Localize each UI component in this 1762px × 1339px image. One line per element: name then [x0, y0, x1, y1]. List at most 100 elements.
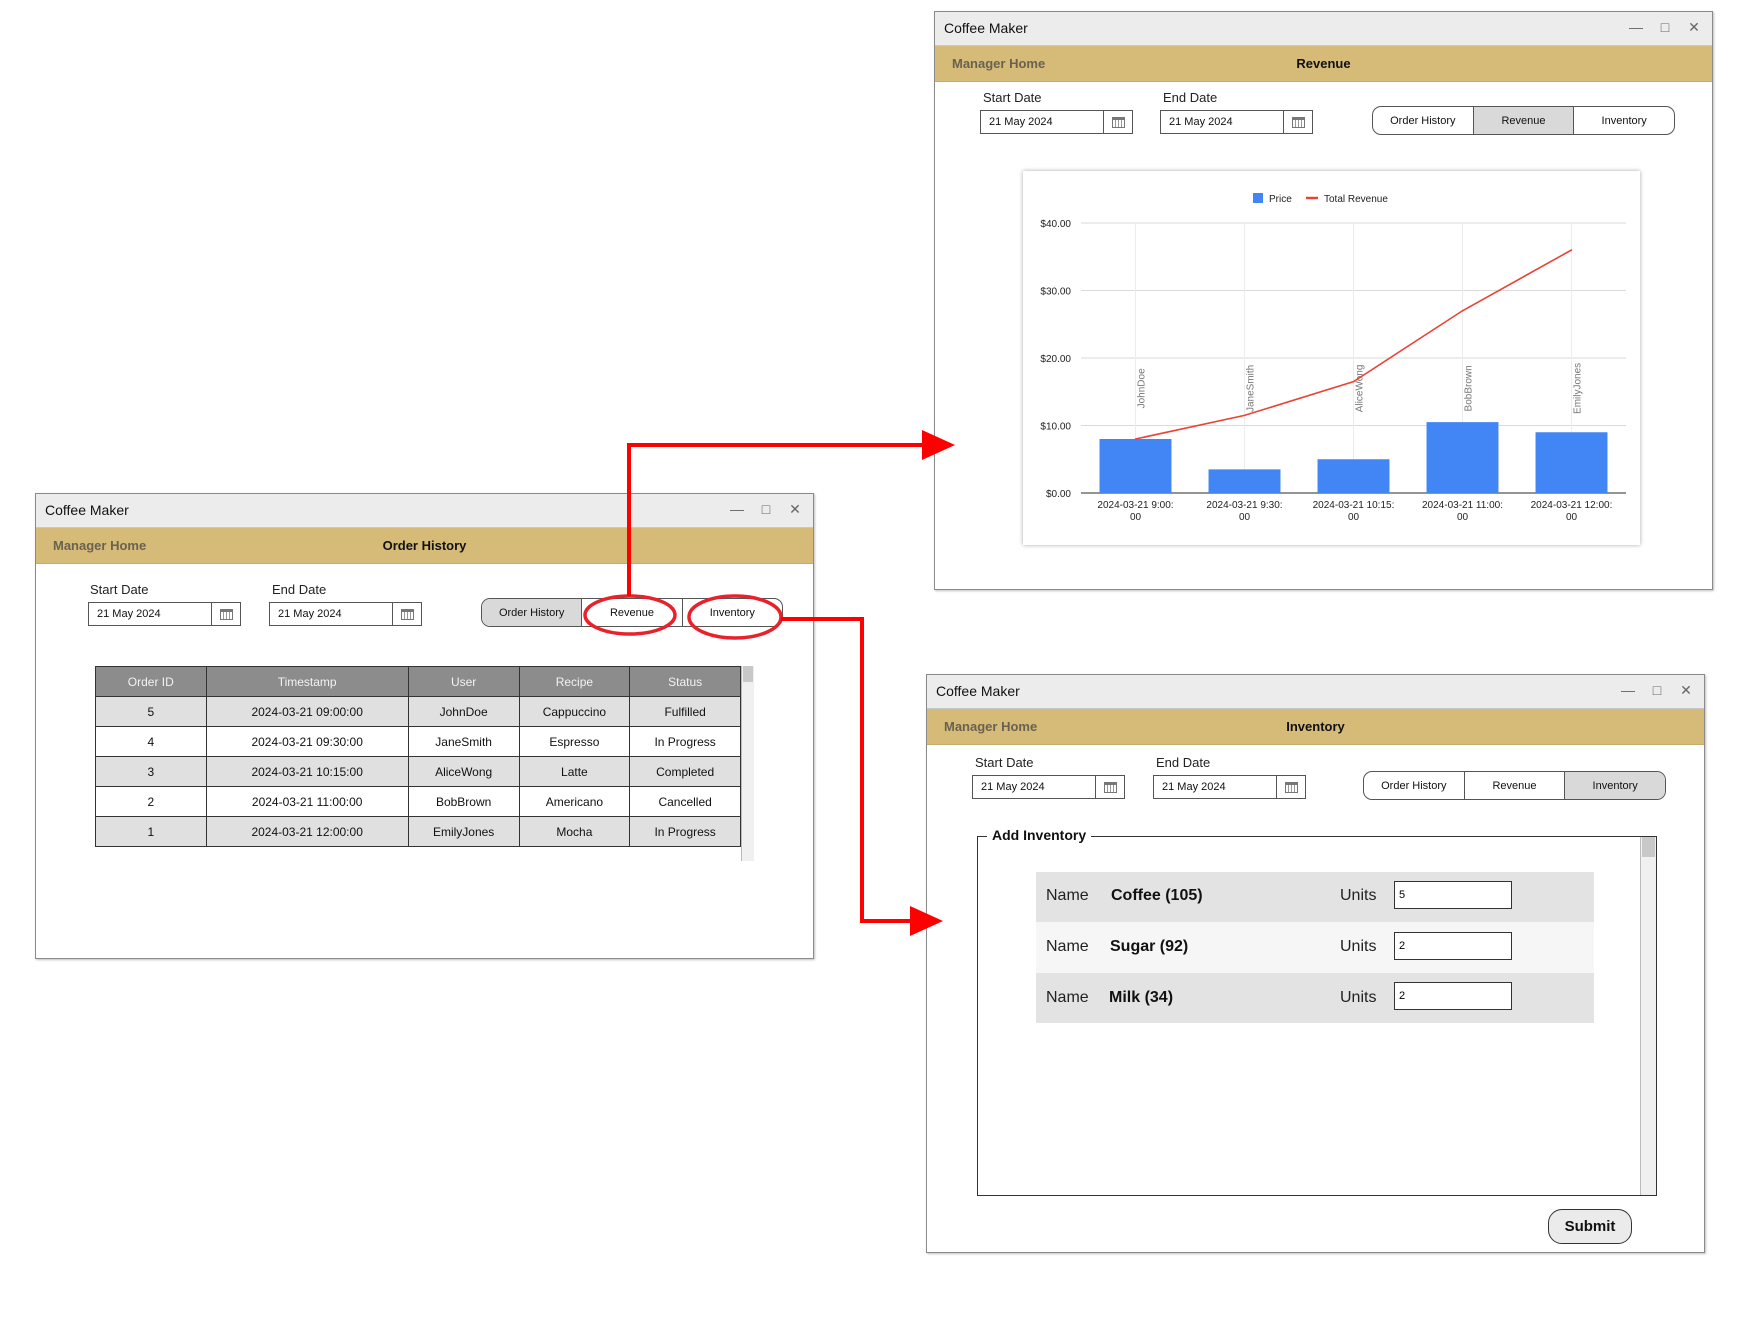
maximize-icon[interactable]: □ — [756, 499, 776, 519]
table-cell: In Progress — [629, 726, 741, 757]
start-date-value[interactable]: 21 May 2024 — [981, 111, 1103, 133]
units-input[interactable] — [1394, 932, 1512, 960]
order-history-table: Order ID Timestamp User Recipe Status 5 … — [95, 666, 741, 847]
units-label: Units — [1340, 989, 1377, 1006]
x-tick-label: 2024-03-21 11:00: 00 — [1422, 500, 1503, 523]
nav-bar: Manager Home Revenue — [935, 46, 1712, 82]
calendar-icon[interactable] — [1276, 776, 1305, 798]
end-date-label: End Date — [1156, 755, 1211, 770]
table-cell: 5 — [95, 696, 207, 727]
table-cell: 2024-03-21 12:00:00 — [205, 816, 409, 847]
title-bar: Coffee Maker — □ ✕ — [36, 494, 813, 528]
units-input[interactable] — [1394, 982, 1512, 1010]
start-date-value[interactable]: 21 May 2024 — [89, 603, 211, 625]
table-cell: Cancelled — [629, 786, 741, 817]
tab-revenue[interactable]: Revenue — [1463, 772, 1565, 799]
end-date-value[interactable]: 21 May 2024 — [1154, 776, 1276, 798]
item-name: Milk (34) — [1109, 989, 1174, 1006]
tab-order-history[interactable]: Order History — [1373, 107, 1473, 134]
bar-label: BobBrown — [1464, 365, 1475, 411]
scrollbar-thumb[interactable] — [743, 666, 753, 682]
x-tick-label: 2024-03-21 12:00: 00 — [1531, 500, 1613, 523]
scrollbar-thumb[interactable] — [1642, 837, 1655, 857]
table-cell: Completed — [629, 756, 741, 787]
end-date-field[interactable]: 21 May 2024 — [1153, 775, 1306, 799]
tab-order-history[interactable]: Order History — [482, 599, 582, 626]
legend-price-swatch — [1253, 193, 1263, 203]
table-row[interactable]: 3 2024-03-21 10:15:00 AliceWong Latte Co… — [95, 756, 741, 787]
table-row[interactable]: 4 2024-03-21 09:30:00 JaneSmith Espresso… — [95, 726, 741, 757]
y-tick-label: $0.00 — [1046, 489, 1071, 500]
table-cell: Cappuccino — [518, 696, 631, 727]
window-controls: — □ ✕ — [1626, 17, 1704, 37]
table-cell: Fulfilled — [629, 696, 741, 727]
start-date-field[interactable]: 21 May 2024 — [980, 110, 1133, 134]
table-row[interactable]: 5 2024-03-21 09:00:00 JohnDoe Cappuccino… — [95, 696, 741, 727]
close-icon[interactable]: ✕ — [1684, 17, 1704, 37]
table-scrollbar[interactable] — [741, 666, 754, 861]
end-date-value[interactable]: 21 May 2024 — [270, 603, 392, 625]
calendar-icon[interactable] — [1095, 776, 1124, 798]
tab-inventory[interactable]: Inventory — [1564, 772, 1665, 799]
units-input[interactable] — [1394, 881, 1512, 909]
units-label: Units — [1340, 938, 1377, 955]
end-date-field[interactable]: 21 May 2024 — [1160, 110, 1313, 134]
table-cell: 4 — [95, 726, 207, 757]
table-cell: JaneSmith — [407, 726, 520, 757]
end-date-label: End Date — [272, 582, 327, 597]
minimize-icon[interactable]: — — [1618, 680, 1638, 700]
start-date-field[interactable]: 21 May 2024 — [88, 602, 241, 626]
start-date-field[interactable]: 21 May 2024 — [972, 775, 1125, 799]
start-date-label: Start Date — [975, 755, 1034, 770]
tab-inventory[interactable]: Inventory — [681, 599, 782, 626]
y-tick-label: $30.00 — [1040, 287, 1071, 298]
table-cell: 2024-03-21 09:00:00 — [205, 696, 409, 727]
minimize-icon[interactable]: — — [727, 499, 747, 519]
table-cell: Latte — [518, 756, 631, 787]
column-header[interactable]: Status — [629, 666, 741, 697]
tab-revenue[interactable]: Revenue — [581, 599, 681, 626]
calendar-icon[interactable] — [1103, 111, 1132, 133]
start-date-label: Start Date — [983, 90, 1042, 105]
end-date-field[interactable]: 21 May 2024 — [269, 602, 422, 626]
end-date-value[interactable]: 21 May 2024 — [1161, 111, 1283, 133]
table-cell: 2 — [95, 786, 207, 817]
price-bar — [1099, 439, 1172, 493]
bar-label: JohnDoe — [1137, 368, 1148, 408]
units-label: Units — [1340, 887, 1377, 904]
tab-inventory[interactable]: Inventory — [1573, 107, 1674, 134]
y-tick-label: $10.00 — [1040, 422, 1071, 433]
column-header[interactable]: Order ID — [95, 666, 207, 697]
panel-scrollbar[interactable] — [1640, 837, 1656, 1195]
column-header[interactable]: User — [407, 666, 520, 697]
tab-order-history[interactable]: Order History — [1364, 772, 1464, 799]
start-date-value[interactable]: 21 May 2024 — [973, 776, 1095, 798]
maximize-icon[interactable]: □ — [1647, 680, 1667, 700]
close-icon[interactable]: ✕ — [1676, 680, 1696, 700]
column-header[interactable]: Timestamp — [205, 666, 409, 697]
maximize-icon[interactable]: □ — [1655, 17, 1675, 37]
calendar-icon[interactable] — [211, 603, 240, 625]
window-controls: — □ ✕ — [1618, 680, 1696, 700]
column-header[interactable]: Recipe — [518, 666, 631, 697]
tab-revenue[interactable]: Revenue — [1472, 107, 1574, 134]
nav-bar: Manager Home Order History — [36, 528, 813, 564]
submit-button[interactable]: Submit — [1548, 1209, 1632, 1244]
table-row[interactable]: 2 2024-03-21 11:00:00 BobBrown Americano… — [95, 786, 741, 817]
app-title: Coffee Maker — [944, 20, 1028, 36]
calendar-icon[interactable] — [1283, 111, 1312, 133]
table-cell: Mocha — [518, 816, 631, 847]
item-name: Sugar (92) — [1110, 938, 1189, 955]
name-label: Name — [1046, 887, 1089, 904]
calendar-icon[interactable] — [392, 603, 421, 625]
view-tabs: Order History Revenue Inventory — [481, 598, 783, 627]
app-title: Coffee Maker — [936, 683, 1020, 699]
revenue-point — [1461, 309, 1464, 312]
app-title: Coffee Maker — [45, 502, 129, 518]
table-row[interactable]: 1 2024-03-21 12:00:00 EmilyJones Mocha I… — [95, 816, 741, 847]
close-icon[interactable]: ✕ — [785, 499, 805, 519]
revenue-point — [1570, 249, 1573, 251]
start-date-label: Start Date — [90, 582, 149, 597]
x-tick-label: 2024-03-21 9:30: 00 — [1206, 500, 1282, 523]
minimize-icon[interactable]: — — [1626, 17, 1646, 37]
